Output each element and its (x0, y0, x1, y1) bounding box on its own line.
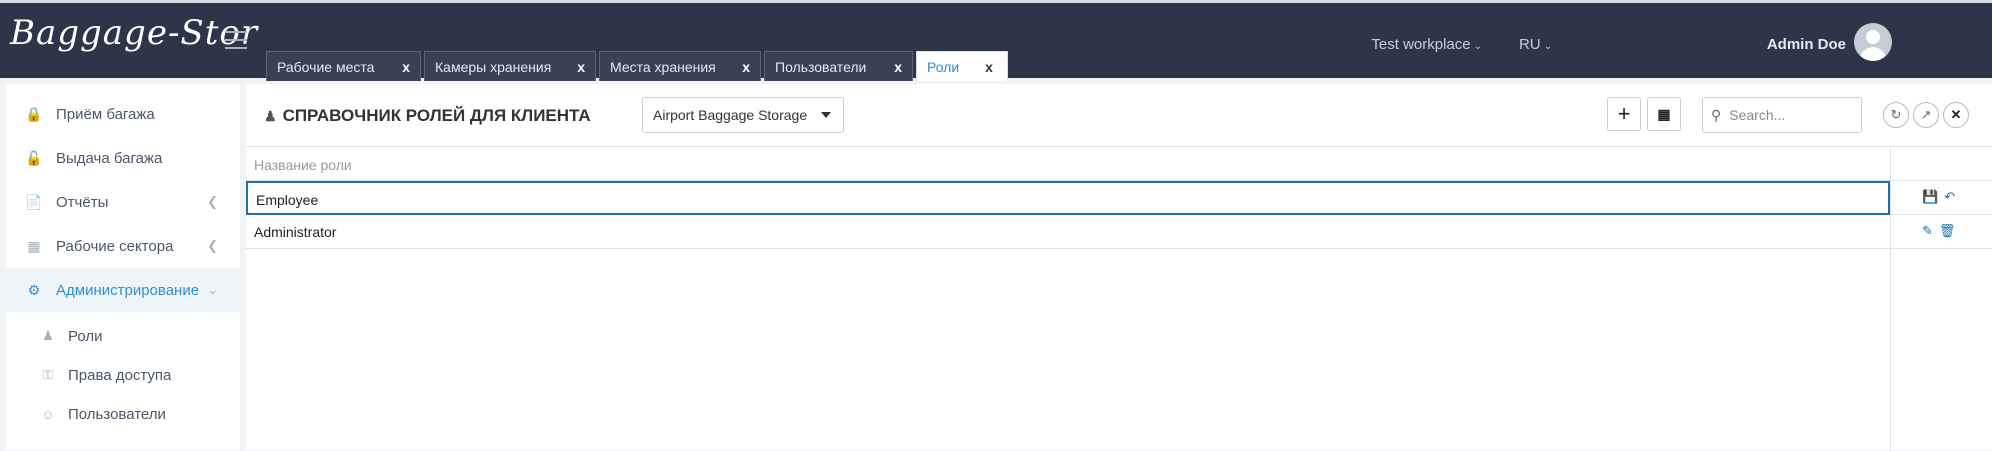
menu-toggle-icon[interactable] (225, 31, 247, 55)
chevron-down-icon: ⌄ (1473, 41, 1482, 52)
tab-label: Роли (927, 58, 960, 75)
top-bar: Baggage-Stor Рабочие места x Камеры хран… (0, 0, 1992, 81)
tab-roles[interactable]: Роли x (916, 51, 1008, 81)
tab-label: Рабочие места (277, 58, 375, 75)
export-excel-button[interactable]: ▦ (1647, 97, 1681, 131)
sidebar-item-work-sectors[interactable]: ▦ Рабочие сектора ❮ (6, 224, 240, 268)
tab-label: Камеры хранения (435, 58, 552, 75)
column-header-role-name[interactable]: Название роли (246, 147, 1992, 181)
workplace-label: Test workplace (1371, 36, 1471, 53)
workplace-selector[interactable]: Test workplace ⌄ (1371, 36, 1482, 53)
unlock-icon: 🔓 (25, 149, 43, 166)
sidebar-item-label: Рабочие сектора (56, 237, 174, 255)
app-logo[interactable]: Baggage-Stor (10, 13, 258, 53)
caret-down-icon (821, 112, 831, 118)
avatar[interactable] (1854, 23, 1892, 61)
row-actions: 💾 ↶ (1922, 189, 1955, 205)
tab-close-icon[interactable]: x (894, 59, 902, 75)
refresh-icon[interactable]: ↻ (1883, 102, 1909, 128)
save-icon[interactable]: 💾 (1922, 189, 1938, 205)
tab-users[interactable]: Пользователи x (764, 51, 913, 81)
sidebar-subitem-label: Роли (68, 327, 103, 345)
tab-bar: Рабочие места x Камеры хранения x Места … (266, 51, 1008, 81)
sidebar-item-baggage-intake[interactable]: 🔒 Приём багажа (6, 92, 240, 136)
user-name[interactable]: Admin Doe (1767, 36, 1846, 53)
chevron-left-icon: ❮ (207, 238, 218, 253)
sidebar-subitem-roles[interactable]: ♟ Роли (40, 321, 103, 351)
tab-close-icon[interactable]: x (742, 59, 750, 75)
sidebar-subitem-label: Пользователи (68, 405, 166, 423)
search-placeholder: Search... (1729, 107, 1786, 123)
documents-icon: 📄 (25, 193, 43, 210)
search-icon: ⚲ (1711, 106, 1722, 123)
main-panel: ♟ СПРАВОЧНИК РОЛЕЙ ДЛЯ КЛИЕНТА Airport B… (246, 84, 1992, 451)
tab-label: Пользователи (775, 58, 867, 75)
sidebar-item-label: Приём багажа (56, 105, 155, 123)
tab-close-icon[interactable]: x (981, 58, 997, 75)
sidebar-item-label: Отчёты (56, 193, 109, 211)
chevron-down-icon: ⌄ (1543, 41, 1552, 52)
close-icon[interactable]: ✕ (1943, 102, 1969, 128)
add-button[interactable]: + (1607, 97, 1641, 131)
row-actions: ✎ 🗑 (1922, 223, 1955, 239)
role-name-input[interactable]: Employee (246, 181, 1890, 215)
user-role-icon: ♟ (42, 328, 54, 343)
tab-label: Места хранения (610, 58, 716, 75)
tab-storage-places[interactable]: Места хранения x (599, 51, 761, 81)
panel-header: ♟ СПРАВОЧНИК РОЛЕЙ ДЛЯ КЛИЕНТА Airport B… (246, 84, 1992, 146)
sidebar-item-label: Администрирование (56, 281, 200, 299)
sidebar-subitem-label: Права доступа (68, 366, 172, 384)
sidebar-item-label: Выдача багажа (56, 149, 163, 167)
roles-table: Название роли Employee 💾 ↶ Administrator… (246, 146, 1992, 451)
user-icon: ☺ (41, 406, 55, 422)
language-label: RU (1518, 36, 1541, 53)
search-input[interactable]: ⚲ Search... (1702, 97, 1862, 133)
expand-icon[interactable]: ↗ (1913, 102, 1939, 128)
sidebar: 🔒 Приём багажа 🔓 Выдача багажа 📄 Отчёты … (6, 84, 240, 450)
client-select-value: Airport Baggage Storage (653, 107, 808, 123)
tab-close-icon[interactable]: x (577, 59, 585, 75)
page-title: ♟ СПРАВОЧНИК РОЛЕЙ ДЛЯ КЛИЕНТА (264, 106, 591, 126)
trash-icon[interactable]: 🗑 (1939, 223, 1956, 239)
client-select[interactable]: Airport Baggage Storage (642, 97, 844, 133)
role-name-cell: Administrator (254, 224, 337, 240)
table-row[interactable]: Employee 💾 ↶ (246, 181, 1992, 215)
tab-workplaces[interactable]: Рабочие места x (266, 51, 421, 81)
sidebar-item-administration[interactable]: ⚙ Администрирование ⌄ (6, 268, 240, 312)
key-icon: ⚿ (43, 367, 53, 382)
chevron-left-icon: ❮ (207, 194, 218, 209)
sidebar-item-reports[interactable]: 📄 Отчёты ❮ (6, 180, 240, 224)
page-title-text: СПРАВОЧНИК РОЛЕЙ ДЛЯ КЛИЕНТА (282, 106, 591, 125)
language-selector[interactable]: RU ⌄ (1519, 36, 1552, 53)
lock-icon: 🔒 (25, 105, 43, 122)
plus-icon: + (1617, 101, 1631, 126)
table-row[interactable]: Administrator ✎ 🗑 (246, 215, 1992, 249)
tab-storage-chambers[interactable]: Камеры хранения x (424, 51, 596, 81)
sidebar-subitem-access-rights[interactable]: ⚿ Права доступа (40, 360, 171, 390)
gear-icon: ⚙ (27, 281, 41, 298)
tab-close-icon[interactable]: x (402, 59, 410, 75)
excel-icon: ▦ (1657, 105, 1671, 122)
edit-icon[interactable]: ✎ (1922, 223, 1933, 239)
chevron-down-icon: ⌄ (207, 282, 218, 297)
undo-icon[interactable]: ↶ (1944, 189, 1955, 205)
sidebar-subitem-users[interactable]: ☺ Пользователи (40, 399, 166, 429)
sitemap-icon: ▦ (27, 237, 41, 254)
sidebar-item-baggage-release[interactable]: 🔓 Выдача багажа (6, 136, 240, 180)
user-role-icon: ♟ (264, 107, 277, 124)
